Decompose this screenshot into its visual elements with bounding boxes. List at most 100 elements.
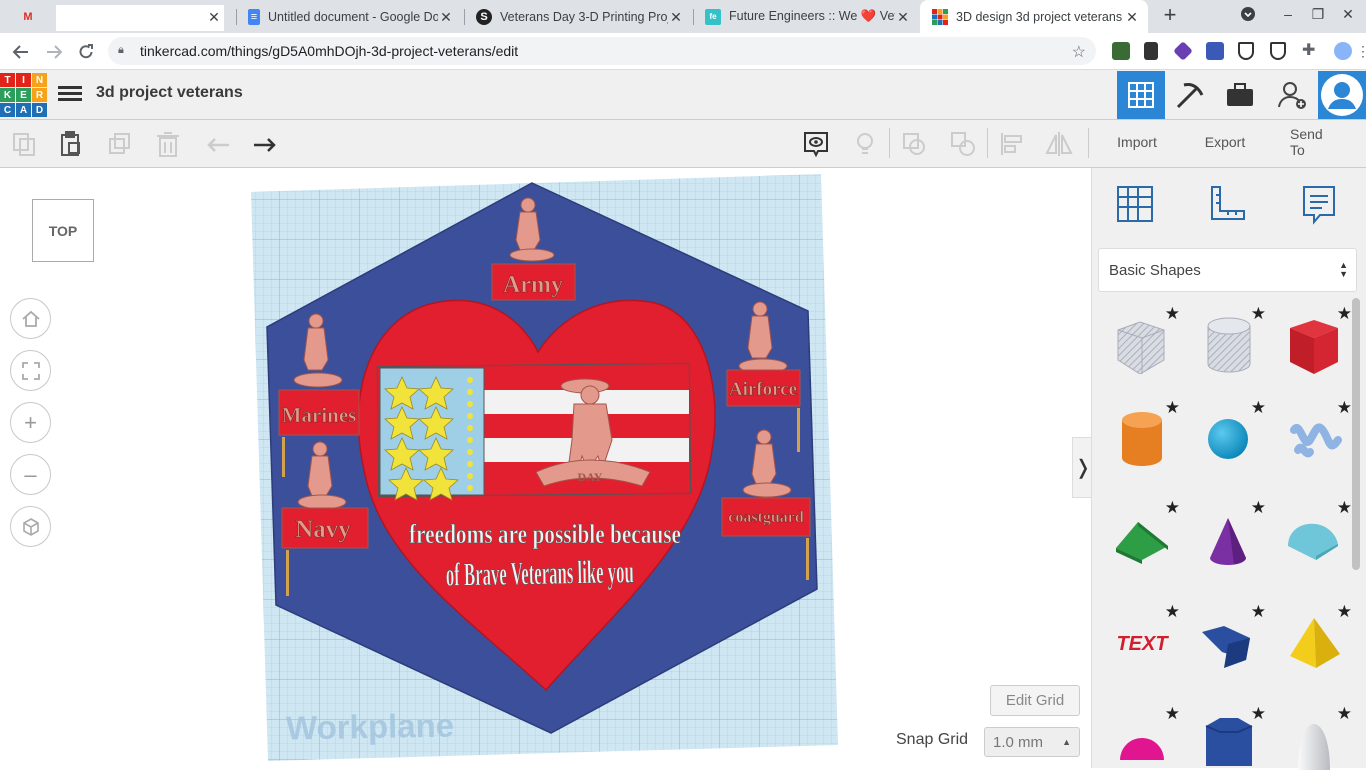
lessons-button[interactable] xyxy=(1216,71,1264,119)
group-icon[interactable] xyxy=(898,128,930,160)
favorite-star-icon[interactable]: ★ xyxy=(1165,602,1180,622)
tab-tinkercad[interactable]: 3D design 3d project veterans ✕ xyxy=(920,0,1148,33)
minimize-icon[interactable]: – xyxy=(1277,6,1299,26)
favorite-star-icon[interactable]: ★ xyxy=(1251,304,1266,324)
ungroup-icon[interactable] xyxy=(947,128,979,160)
import-button[interactable]: Import xyxy=(1098,126,1176,158)
favorite-star-icon[interactable]: ★ xyxy=(1165,398,1180,418)
shape-library-select[interactable]: Basic Shapes ▲ ▼ xyxy=(1098,248,1357,292)
home-view-button[interactable] xyxy=(10,298,51,339)
shape-cone[interactable]: ★ xyxy=(1198,498,1266,568)
more-icon[interactable]: ⋮ xyxy=(1356,42,1366,60)
workplane-tool-button[interactable] xyxy=(1112,181,1158,227)
design-list-icon[interactable] xyxy=(58,83,82,105)
zoom-out-button[interactable]: – xyxy=(10,454,51,495)
favorite-star-icon[interactable]: ★ xyxy=(1251,704,1266,724)
copy-icon[interactable] xyxy=(8,128,40,160)
favorite-star-icon[interactable]: ★ xyxy=(1337,498,1352,518)
notes-icon[interactable] xyxy=(800,128,832,160)
delete-icon[interactable] xyxy=(152,128,184,160)
tinkercad-logo[interactable]: T I N K E R C A D xyxy=(0,73,47,117)
shape-scribble[interactable]: ★ xyxy=(1284,398,1352,468)
shield-icon[interactable] xyxy=(1270,42,1286,60)
extension-icon[interactable] xyxy=(1173,41,1193,61)
shape-pyramid[interactable]: ★ xyxy=(1284,602,1352,672)
export-button[interactable]: Export xyxy=(1186,126,1264,158)
shape-box-hole[interactable]: ★ xyxy=(1112,304,1180,375)
tab-future-engineers[interactable]: fe Future Engineers :: We ❤️ Vete ✕ xyxy=(693,0,919,33)
notes-tool-button[interactable] xyxy=(1296,181,1342,227)
puzzle-icon[interactable]: ✚ xyxy=(1302,42,1320,60)
favorite-star-icon[interactable]: ★ xyxy=(1337,704,1352,724)
tab-google-docs[interactable]: ≡ Untitled document - Google Do ✕ xyxy=(236,0,462,33)
favorite-star-icon[interactable]: ★ xyxy=(1165,304,1180,324)
shape-cube-rotated[interactable]: ★ xyxy=(1198,602,1266,672)
shape-cylinder-hole[interactable]: ★ xyxy=(1198,304,1266,374)
bookmark-star-icon[interactable]: ☆ xyxy=(1072,42,1086,62)
snap-grid-select[interactable]: 1.0 mm ▲ xyxy=(984,727,1080,757)
paste-icon[interactable] xyxy=(55,128,87,160)
3d-design-view-button[interactable] xyxy=(1117,71,1165,119)
mirror-icon[interactable] xyxy=(1043,128,1075,160)
favorite-star-icon[interactable]: ★ xyxy=(1251,602,1266,622)
tab-gmail[interactable]: M ✕ xyxy=(8,0,230,33)
close-window-icon[interactable]: ✕ xyxy=(1337,6,1359,26)
panel-scrollbar[interactable] xyxy=(1352,298,1360,570)
site-info-icon[interactable]: 🔒︎ xyxy=(118,44,132,58)
tab-search-icon[interactable] xyxy=(1237,6,1259,26)
profile-avatar[interactable] xyxy=(1334,42,1352,60)
home-icon xyxy=(21,310,40,327)
favorite-star-icon[interactable]: ★ xyxy=(1165,704,1180,724)
new-tab-button[interactable]: + xyxy=(1158,4,1182,28)
view-cube[interactable]: TOP xyxy=(32,199,94,262)
send-to-button[interactable]: Send To xyxy=(1274,126,1352,158)
shape-round-roof[interactable]: ★ xyxy=(1284,498,1352,568)
favorite-star-icon[interactable]: ★ xyxy=(1337,304,1352,324)
redo-icon[interactable] xyxy=(249,128,281,160)
ruler-tool-button[interactable] xyxy=(1204,181,1250,227)
favorite-star-icon[interactable]: ★ xyxy=(1251,498,1266,518)
shape-paraboloid[interactable]: ★ xyxy=(1284,704,1352,774)
blocks-view-button[interactable] xyxy=(1166,71,1214,119)
shape-roof[interactable]: ★ xyxy=(1112,498,1180,568)
tab-veterans-day[interactable]: S Veterans Day 3-D Printing Proj ✕ xyxy=(464,0,692,33)
extension-icon[interactable] xyxy=(1112,42,1130,60)
close-icon[interactable]: ✕ xyxy=(1124,9,1140,25)
back-icon[interactable] xyxy=(8,39,34,65)
edit-grid-button[interactable]: Edit Grid xyxy=(990,685,1080,716)
favorite-star-icon[interactable]: ★ xyxy=(1251,398,1266,418)
lightbulb-icon[interactable] xyxy=(849,128,881,160)
perspective-button[interactable] xyxy=(10,506,51,547)
address-bar[interactable]: 🔒︎ tinkercad.com/things/gD5A0mhDOjh-3d-p… xyxy=(108,37,1096,65)
invite-user-button[interactable] xyxy=(1268,71,1316,119)
workplane[interactable]: DAY Army Marines Airforce Navy coastguar… xyxy=(0,168,1090,768)
shape-half-sphere[interactable]: ★ xyxy=(1112,704,1180,774)
favorite-star-icon[interactable]: ★ xyxy=(1337,398,1352,418)
align-icon[interactable] xyxy=(996,128,1028,160)
close-icon[interactable]: ✕ xyxy=(438,9,454,25)
close-icon[interactable]: ✕ xyxy=(668,9,684,25)
shape-sphere[interactable]: ★ xyxy=(1198,398,1266,468)
undo-icon[interactable] xyxy=(202,128,234,160)
extension-icon[interactable] xyxy=(1144,42,1158,60)
reload-icon[interactable] xyxy=(73,39,99,65)
extension-icon[interactable] xyxy=(1206,42,1224,60)
shape-box[interactable]: ★ xyxy=(1284,304,1352,374)
fit-view-button[interactable] xyxy=(10,350,51,391)
freedom-text-line1[interactable]: freedoms are possible because xyxy=(409,519,682,550)
shape-cylinder[interactable]: ★ xyxy=(1112,398,1180,468)
restore-icon[interactable]: ❐ xyxy=(1307,6,1329,26)
shield-icon[interactable] xyxy=(1238,42,1254,60)
shape-text[interactable]: TEXT ★ xyxy=(1112,602,1180,672)
close-icon[interactable]: ✕ xyxy=(206,9,222,25)
project-title[interactable]: 3d project veterans xyxy=(96,84,243,102)
duplicate-icon[interactable] xyxy=(104,128,136,160)
favorite-star-icon[interactable]: ★ xyxy=(1337,602,1352,622)
freedom-text-line2[interactable]: of Brave Veterans like you xyxy=(445,554,635,594)
favorite-star-icon[interactable]: ★ xyxy=(1165,498,1180,518)
user-avatar[interactable] xyxy=(1318,71,1366,119)
forward-icon[interactable] xyxy=(41,39,67,65)
zoom-in-button[interactable]: + xyxy=(10,402,51,443)
close-icon[interactable]: ✕ xyxy=(895,9,911,25)
shape-polygon[interactable]: ★ xyxy=(1198,704,1266,774)
